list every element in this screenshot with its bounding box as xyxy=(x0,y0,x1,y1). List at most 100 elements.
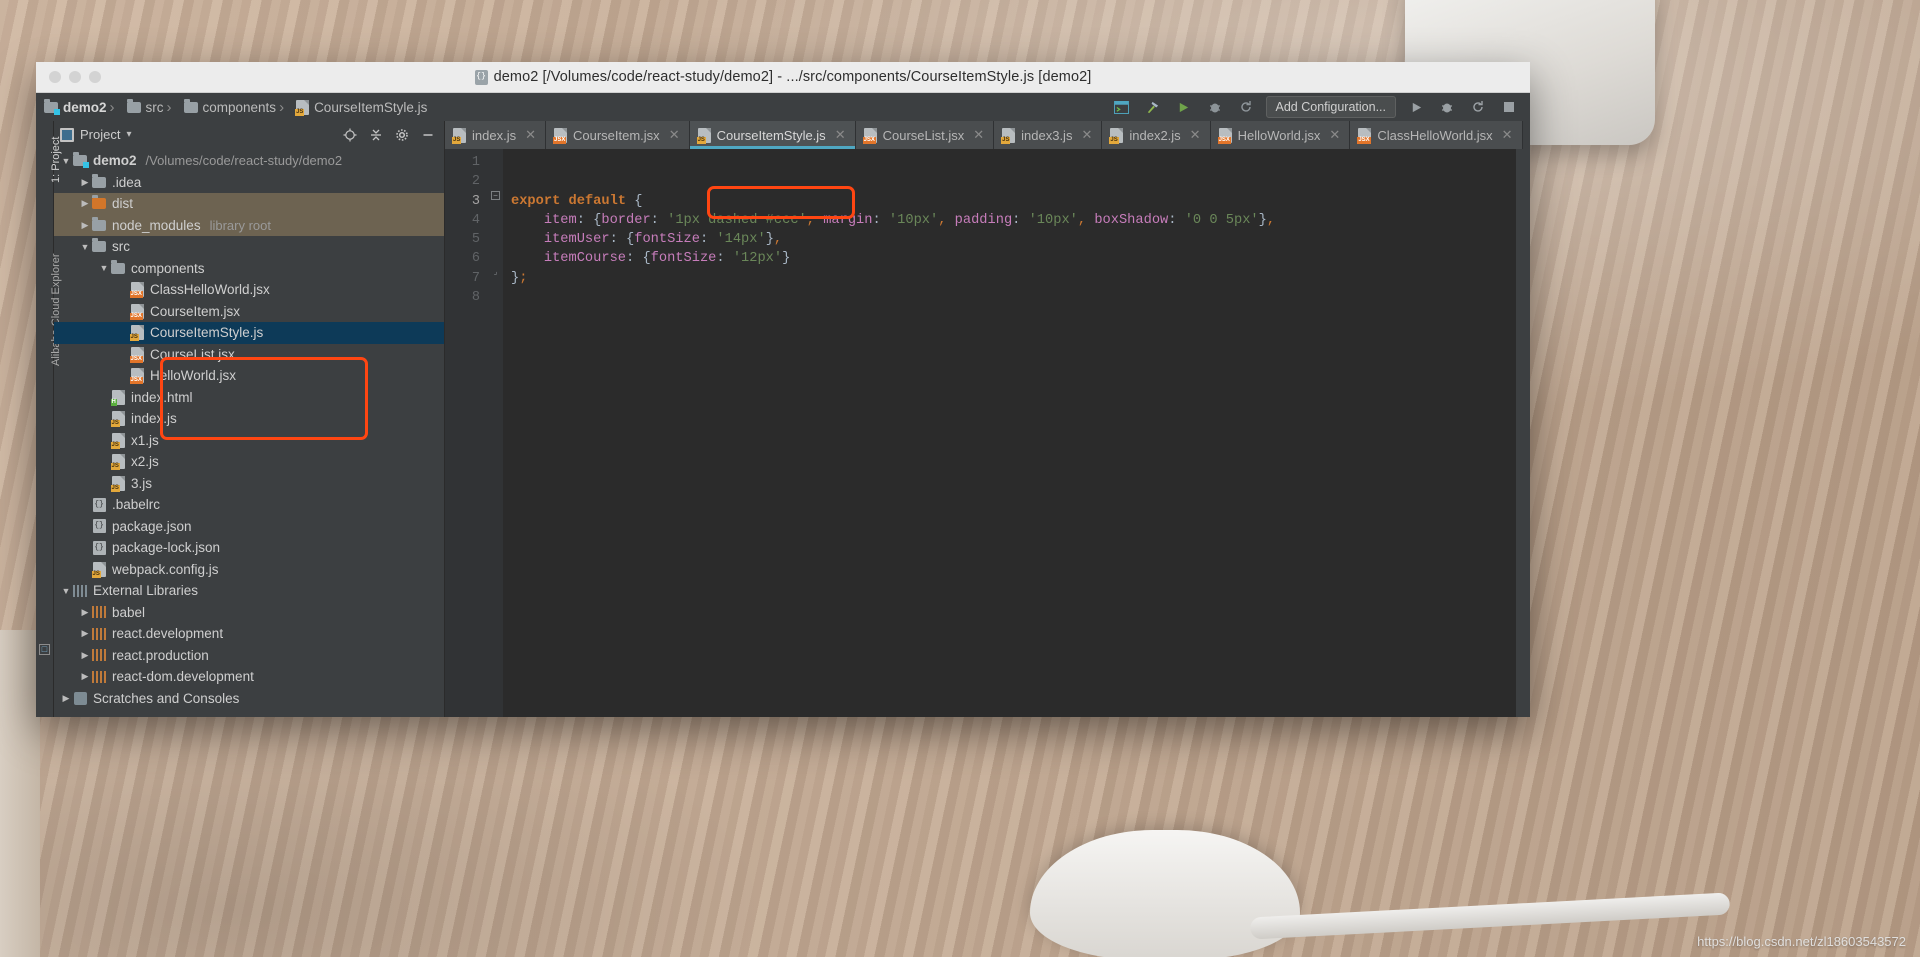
close-icon[interactable]: ✕ xyxy=(669,127,680,143)
editor-tab-label: CourseList.jsx xyxy=(882,127,965,143)
disclosure-triangle-icon[interactable]: ▼ xyxy=(60,586,72,596)
editor-tab-courseitem-jsx[interactable]: CourseItem.jsx ✕ xyxy=(545,121,690,149)
jsx-file-icon xyxy=(129,368,144,385)
build-hammer-icon[interactable] xyxy=(1142,97,1164,117)
tree-row[interactable]: x2.js xyxy=(54,451,444,473)
editor-tab-index2-js[interactable]: index2.js ✕ xyxy=(1102,121,1211,149)
debug-icon-secondary[interactable] xyxy=(1436,97,1458,117)
line-number-gutter: 1 2 3 4 5 6 7 8 xyxy=(445,149,489,717)
editor-tab-label: index.js xyxy=(472,127,517,143)
tree-icon-slot xyxy=(110,411,126,428)
breadcrumb-item-demo2[interactable]: demo2 xyxy=(44,98,107,115)
disclosure-triangle-icon[interactable]: ▶ xyxy=(79,671,91,682)
breadcrumb-item-file[interactable]: CourseItemStyle.js xyxy=(276,99,427,116)
disclosure-triangle-icon[interactable]: ▶ xyxy=(79,628,91,639)
tree-row[interactable]: ▼ src xyxy=(54,236,444,258)
tree-item-sublabel: library root xyxy=(209,217,271,233)
tree-row[interactable]: {} package-lock.json xyxy=(54,537,444,559)
disclosure-triangle-icon[interactable]: ▶ xyxy=(79,607,91,618)
debug-icon[interactable] xyxy=(1204,97,1226,117)
tree-row[interactable]: ▶ react.production xyxy=(54,645,444,667)
tree-row[interactable]: webpack.config.js xyxy=(54,559,444,581)
close-icon[interactable]: ✕ xyxy=(1190,127,1201,143)
disclosure-triangle-icon[interactable]: ▼ xyxy=(79,242,91,252)
disclosure-triangle-icon[interactable]: ▶ xyxy=(79,177,91,188)
tree-row[interactable]: x1.js xyxy=(54,430,444,452)
tree-row[interactable]: CourseList.jsx xyxy=(54,344,444,366)
tree-icon-slot xyxy=(91,173,107,188)
editor-tab-label: CourseItem.jsx xyxy=(572,127,660,143)
breadcrumb-item-src[interactable]: src xyxy=(107,98,164,116)
tree-row[interactable]: CourseItemStyle.js xyxy=(54,322,444,344)
chevron-down-icon[interactable]: ▾ xyxy=(126,129,131,140)
hide-minus-icon[interactable] xyxy=(418,125,438,145)
run-icon-secondary[interactable] xyxy=(1405,97,1427,117)
disclosure-triangle-icon[interactable]: ▶ xyxy=(60,693,72,704)
editor-tab-courseitemstyle-js[interactable]: CourseItemStyle.js ✕ xyxy=(689,121,856,149)
tree-row[interactable]: ▼ External Libraries xyxy=(54,580,444,602)
close-icon[interactable]: ✕ xyxy=(1502,127,1513,143)
editor-tab-bar[interactable]: index.js✕CourseItem.jsx✕CourseItemStyle.… xyxy=(445,121,1530,149)
tree-row[interactable]: index.html xyxy=(54,387,444,409)
run-icon[interactable] xyxy=(1173,97,1195,117)
tree-row[interactable]: {} .babelrc xyxy=(54,494,444,516)
disclosure-triangle-icon[interactable]: ▶ xyxy=(79,198,91,209)
close-icon[interactable]: ✕ xyxy=(1081,127,1092,143)
close-icon[interactable]: ✕ xyxy=(1329,127,1340,143)
tree-row[interactable]: ▶ react-dom.development xyxy=(54,666,444,688)
add-configuration-button[interactable]: Add Configuration... xyxy=(1265,96,1396,118)
tree-row[interactable]: index.js xyxy=(54,408,444,430)
locate-icon[interactable] xyxy=(340,125,360,145)
tree-item-label: demo2 xyxy=(93,153,137,169)
tree-icon-slot xyxy=(110,259,126,274)
folder-icon xyxy=(92,216,106,231)
close-icon[interactable]: ✕ xyxy=(835,127,846,143)
editor-area: index.js✕CourseItem.jsx✕CourseItemStyle.… xyxy=(445,121,1530,717)
tree-item-label: CourseList.jsx xyxy=(150,346,235,362)
editor-tab-index-js[interactable]: index.js ✕ xyxy=(445,121,546,149)
disclosure-triangle-icon[interactable]: ▼ xyxy=(98,263,110,273)
terminal-square-icon[interactable]: □ xyxy=(39,644,50,655)
tree-row[interactable]: ClassHelloWorld.jsx xyxy=(54,279,444,301)
disclosure-triangle-icon[interactable]: ▼ xyxy=(60,156,72,166)
tree-row[interactable]: ▶ dist xyxy=(54,193,444,215)
settings-gear-icon[interactable] xyxy=(392,125,412,145)
rerun-icon[interactable] xyxy=(1235,97,1257,117)
tree-icon-slot xyxy=(110,454,126,471)
tree-row[interactable]: ▼ demo2/Volumes/code/react-study/demo2 xyxy=(54,150,444,172)
close-icon[interactable]: ✕ xyxy=(973,127,984,143)
editor-tab-courselist-jsx[interactable]: CourseList.jsx ✕ xyxy=(855,121,995,149)
code-content[interactable]: export default { item: {border: '1px das… xyxy=(503,149,1530,717)
editor-scrollbar[interactable] xyxy=(1516,149,1530,717)
library-icon xyxy=(73,584,87,597)
jsx-file-icon xyxy=(129,303,144,320)
library-node-icon xyxy=(92,649,106,662)
fold-end-icon[interactable]: ⌟ xyxy=(491,268,500,277)
rerun-icon-secondary[interactable] xyxy=(1467,97,1489,117)
code-folding-column[interactable]: − ⌟ xyxy=(489,149,503,717)
tree-row[interactable]: HelloWorld.jsx xyxy=(54,365,444,387)
close-icon[interactable]: ✕ xyxy=(525,127,536,143)
tree-row[interactable]: ▶ Scratches and Consoles xyxy=(54,688,444,710)
tree-row[interactable]: ▶ babel xyxy=(54,602,444,624)
tree-row[interactable]: ▶ react.development xyxy=(54,623,444,645)
tree-row[interactable]: ▼ components xyxy=(54,258,444,280)
collapse-all-icon[interactable] xyxy=(366,125,386,145)
tree-row[interactable]: CourseItem.jsx xyxy=(54,301,444,323)
editor-tab-helloworld-jsx[interactable]: HelloWorld.jsx ✕ xyxy=(1210,121,1351,149)
disclosure-triangle-icon[interactable]: ▶ xyxy=(79,220,91,231)
disclosure-triangle-icon[interactable]: ▶ xyxy=(79,650,91,661)
tree-icon-slot xyxy=(72,152,89,169)
more-icon[interactable] xyxy=(1498,97,1520,117)
tree-row[interactable]: ▶ .idea xyxy=(54,172,444,194)
fold-collapse-icon[interactable]: − xyxy=(491,191,500,200)
tree-icon-slot xyxy=(129,282,145,299)
tree-row[interactable]: ▶ node_modules library root xyxy=(54,214,444,236)
terminal-icon[interactable] xyxy=(1111,97,1133,117)
editor-tab-classhelloworld-jsx[interactable]: ClassHelloWorld.jsx ✕ xyxy=(1350,121,1523,149)
breadcrumb-item-components[interactable]: components xyxy=(164,98,276,116)
tree-row[interactable]: 3.js xyxy=(54,473,444,495)
editor-tab-index3-js[interactable]: index3.js ✕ xyxy=(994,121,1103,149)
tree-row[interactable]: {} package.json xyxy=(54,516,444,538)
project-tree[interactable]: ▼ demo2/Volumes/code/react-study/demo2 ▶ .i… xyxy=(54,148,444,717)
